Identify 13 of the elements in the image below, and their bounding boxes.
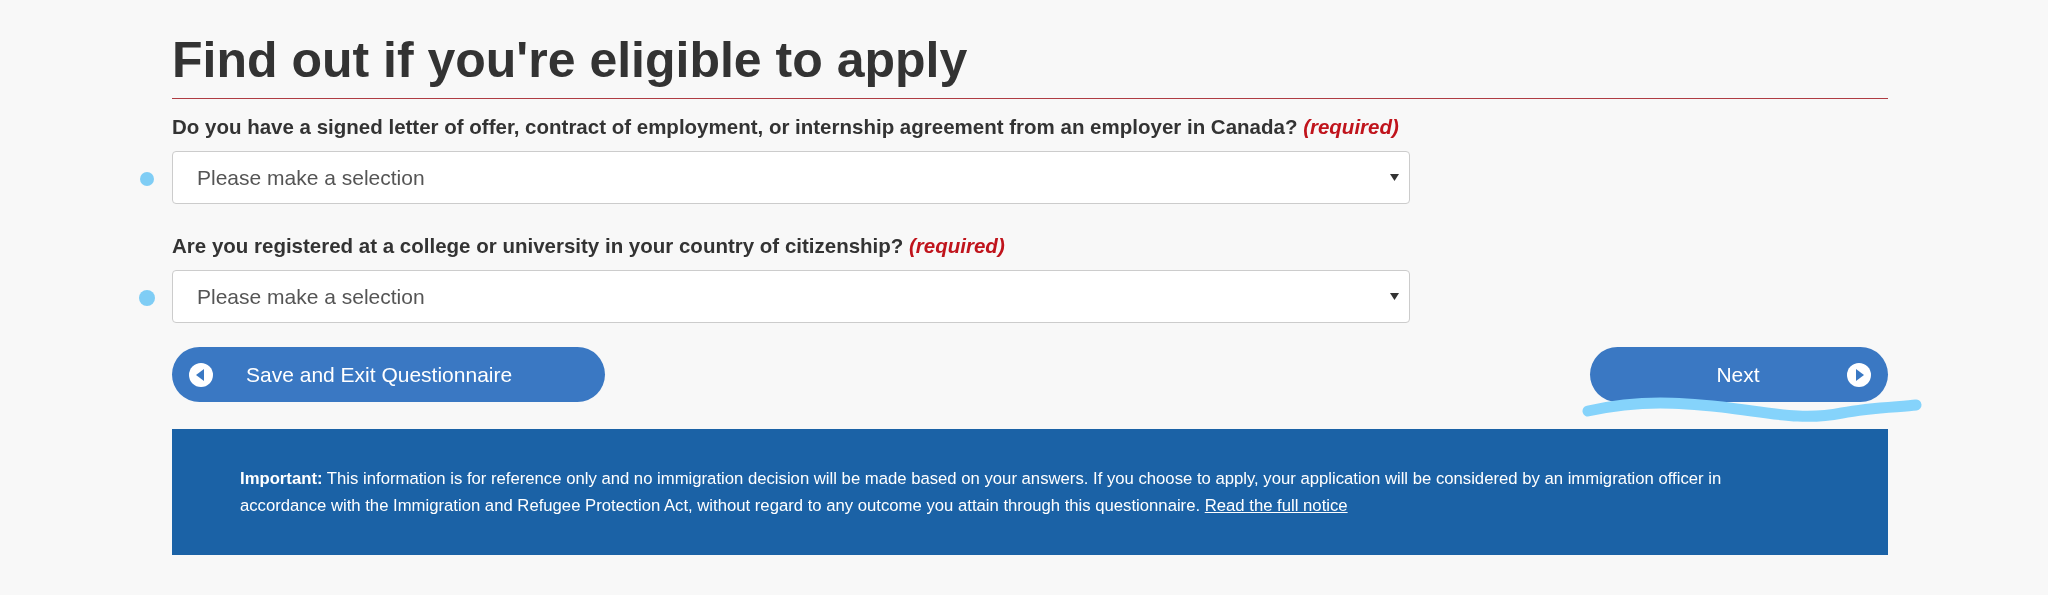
notice-text: Important: This information is for reference only and no immigration decision will be made based on your answers. If you choose to apply, your application will be considered by an immigration officer in accordance with the Immigration and Refugee Protection Act, without regard to any outcome you attain through this questionnaire. Read the full notice	[240, 468, 1723, 517]
dropdown-arrow-icon	[1390, 174, 1399, 181]
dropdown-field[interactable]: Please make a selection	[172, 270, 1410, 323]
next-button[interactable]: Next	[1590, 347, 1888, 402]
page-title: Find out if you're eligible to apply	[172, 31, 969, 90]
full-notice-link[interactable]: Read the full notice	[1204, 496, 1348, 515]
question-label: Are you registered at a college or university in your country of citizenship? (required)	[172, 234, 1006, 258]
annotation-dot	[139, 171, 155, 187]
dropdown-arrow-icon	[1390, 293, 1399, 300]
annotation-dot	[139, 290, 155, 306]
question-label: Do you have a signed letter of offer, contract of employment, or internship agreement from an employer in Canada? (required)	[172, 115, 1400, 139]
save-exit-button[interactable]: Save and Exit Questionnaire	[172, 347, 605, 402]
dropdown-field[interactable]: Please make a selection	[172, 151, 1410, 204]
